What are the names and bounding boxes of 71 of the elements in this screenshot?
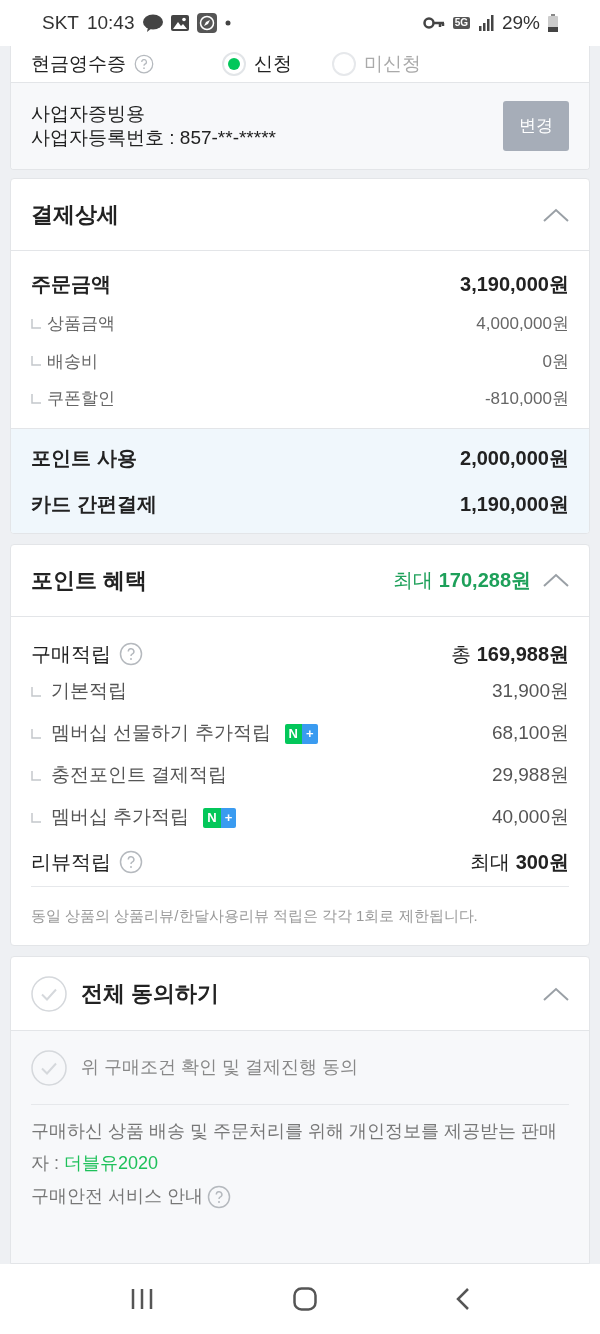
purchase-points-label: 구매적립 (31, 641, 111, 667)
back-icon[interactable] (456, 1287, 471, 1311)
points-item-value: 40,000원 (491, 805, 569, 830)
points-item-label: 충전포인트 결제적립 (51, 763, 228, 788)
order-amount-label: 주문금액 (31, 272, 111, 297)
carrier-text: SKT (42, 10, 79, 35)
method-label: 포인트 사용 (31, 445, 137, 471)
chat-bubble-icon (142, 14, 163, 32)
home-icon[interactable] (293, 1287, 317, 1311)
points-item-label: 기본적립 (51, 679, 127, 704)
sub-item-icon (31, 318, 41, 329)
points-item-value: 29,988원 (491, 763, 569, 788)
points-item-value: 31,900원 (491, 679, 569, 704)
change-button[interactable]: 변경 (503, 101, 569, 151)
detail-label: 쿠폰할인 (47, 388, 115, 410)
order-amount-value: 3,190,000원 (460, 272, 569, 297)
agree-all-label: 전체 동의하기 (81, 980, 220, 1008)
points-item-value: 68,100원 (491, 721, 569, 746)
business-number-text: 사업자등록번호 : 857-**-***** (31, 126, 276, 150)
sub-item-icon (31, 812, 41, 823)
sub-item-icon (31, 356, 41, 367)
points-item-label: 멤버십 추가적립 (51, 805, 190, 830)
help-icon[interactable] (119, 641, 143, 666)
cash-receipt-label: 현금영수증 (31, 51, 126, 76)
detail-value: 4,000,000원 (476, 313, 569, 335)
detail-label: 상품금액 (47, 313, 115, 335)
image-icon (170, 15, 189, 31)
agreement-label: 위 구매조건 확인 및 결제진행 동의 (81, 1056, 358, 1079)
radio-button[interactable] (222, 52, 246, 76)
section-title: 포인트 혜택 (31, 566, 148, 595)
chevron-up-icon[interactable] (543, 986, 569, 1001)
method-value: 1,190,000원 (460, 491, 569, 517)
compass-icon (196, 13, 217, 33)
check-circle[interactable] (31, 975, 67, 1012)
business-proof-title: 사업자증빙용 (31, 102, 146, 126)
help-icon[interactable] (119, 850, 143, 874)
radio-button[interactable] (332, 52, 356, 76)
review-points-label: 리뷰적립 (31, 850, 111, 875)
detail-value: -810,000원 (484, 388, 569, 410)
help-icon[interactable] (134, 54, 154, 74)
section-title: 결제상세 (31, 201, 119, 229)
safety-service-label: 구매안전 서비스 안내 (31, 1185, 203, 1208)
check-circle[interactable] (31, 1049, 67, 1086)
key-icon (422, 17, 445, 29)
sub-item-icon (31, 393, 41, 404)
sub-item-icon (31, 728, 41, 739)
dot-icon (224, 20, 231, 26)
method-value: 2,000,000원 (460, 445, 569, 471)
clock-text: 10:43 (86, 10, 135, 35)
detail-value: 0원 (542, 350, 569, 373)
review-points-value: 최대 300원 (470, 850, 569, 875)
radio-option[interactable]: 신청 (222, 49, 292, 79)
recent-apps-icon[interactable] (129, 1288, 154, 1310)
seller-link[interactable]: 더블유2020 (64, 1153, 159, 1173)
chevron-up-icon[interactable] (543, 573, 569, 587)
points-item-label: 멤버십 선물하기 추가적립 (51, 721, 271, 746)
sub-item-icon (31, 686, 41, 697)
detail-label: 배송비 (47, 350, 98, 373)
chevron-up-icon[interactable] (543, 207, 569, 222)
signal-icon (477, 15, 494, 31)
help-icon[interactable] (207, 1184, 231, 1209)
purchase-points-value: 총 169,988원 (451, 641, 569, 667)
battery-text: 29% (501, 10, 540, 35)
battery-icon (548, 14, 558, 32)
max-points-text: 최대 170,288원 (393, 568, 531, 593)
network-text: 5G (452, 17, 470, 29)
points-note: 동일 상품의 상품리뷰/한달사용리뷰 적립은 각각 1회로 제한됩니다. (31, 905, 479, 926)
sub-item-icon (31, 770, 41, 781)
seller-info-text: 구매하신 상품 배송 및 주문처리를 위해 개인정보를 제공받는 판매자 : 더블유2020 (31, 1120, 558, 1175)
radio-option[interactable]: 미신청 (332, 49, 421, 79)
method-label: 카드 간편결제 (31, 491, 157, 517)
